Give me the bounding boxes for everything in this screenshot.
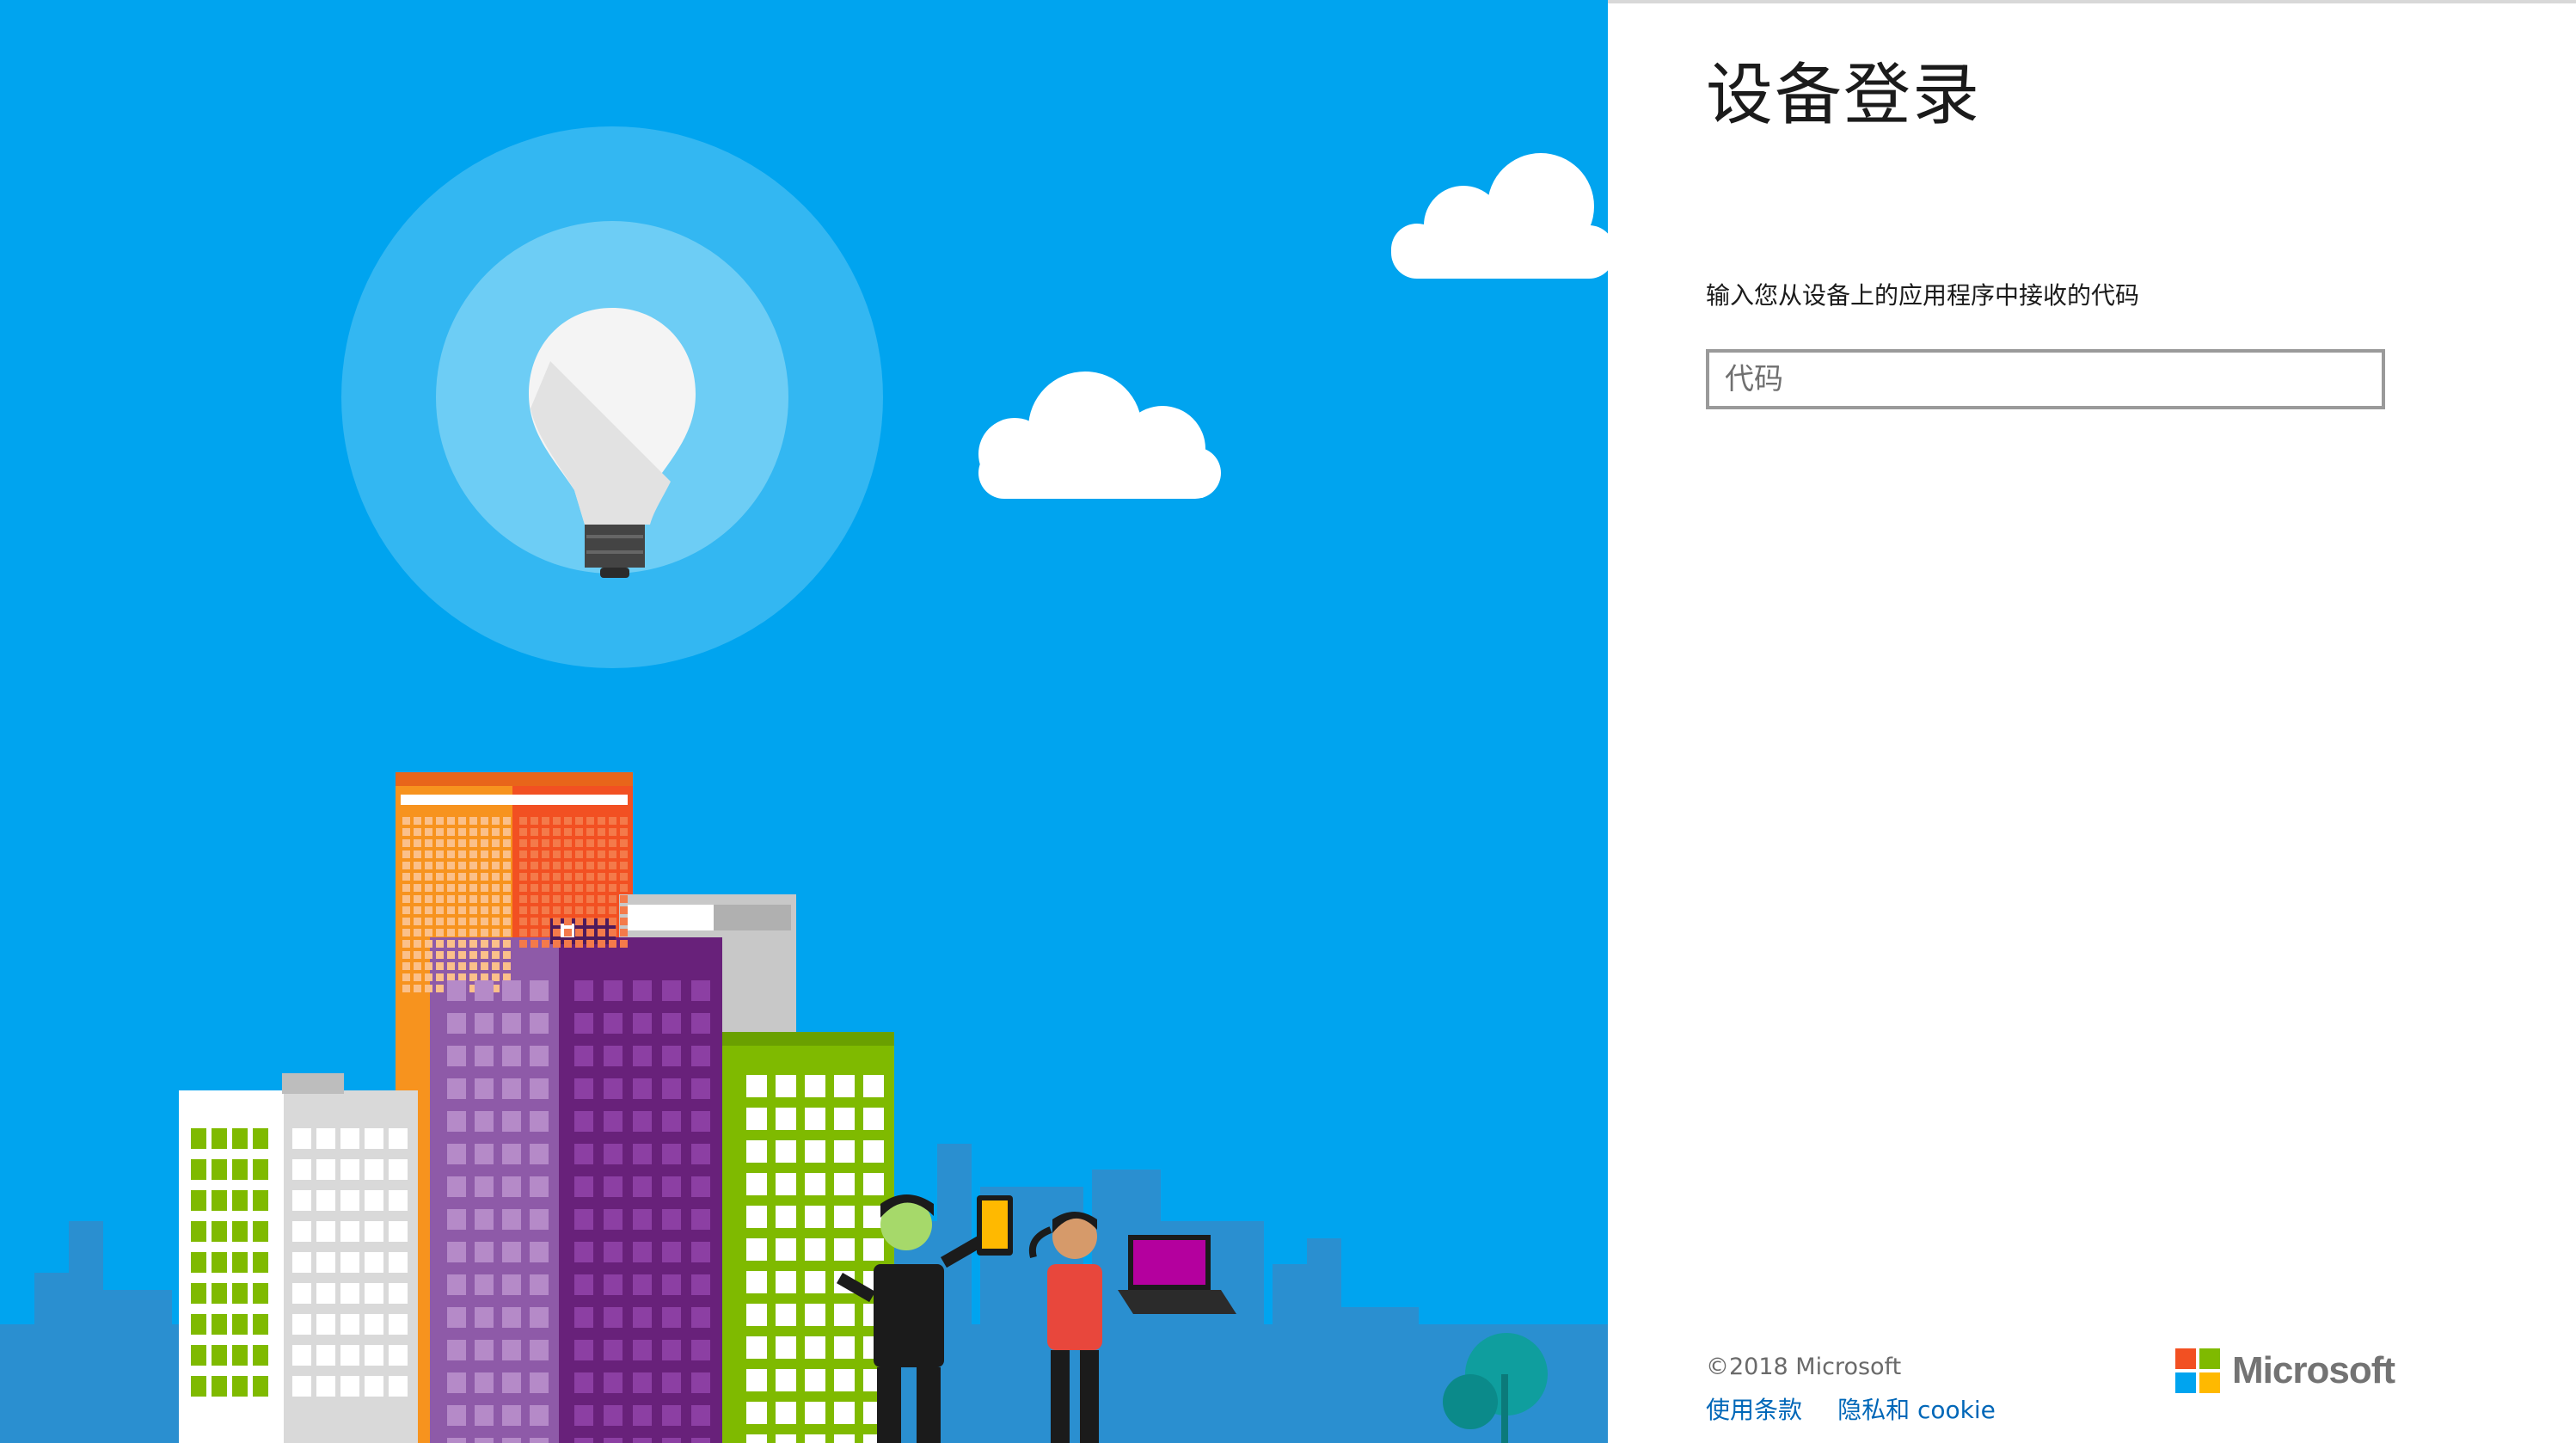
- page-title: 设备登录: [1706, 57, 1982, 134]
- copyright: ©2018 Microsoft: [1706, 1354, 1902, 1380]
- privacy-cookies-link[interactable]: 隐私和 cookie: [1837, 1396, 1996, 1424]
- code-input[interactable]: [1706, 349, 2385, 409]
- logo-square-green: [2199, 1348, 2220, 1369]
- microsoft-wordmark: Microsoft: [2232, 1349, 2395, 1391]
- logo-square-yellow: [2199, 1372, 2220, 1393]
- hero-illustration: [0, 0, 1608, 1443]
- footer-links: 使用条款 隐私和 cookie: [1706, 1391, 2027, 1426]
- microsoft-logo: Microsoft: [2175, 1348, 2395, 1393]
- microsoft-logo-icon: [2175, 1348, 2220, 1393]
- cloud: [978, 371, 1221, 499]
- cloud: [1391, 153, 1608, 279]
- sign-in-panel: 设备登录 输入您从设备上的应用程序中接收的代码 ©2018 Microsoft …: [1608, 0, 2576, 1443]
- terms-of-use-link[interactable]: 使用条款: [1706, 1396, 1802, 1424]
- code-prompt: 输入您从设备上的应用程序中接收的代码: [1706, 281, 2140, 310]
- logo-square-red: [2175, 1348, 2196, 1369]
- logo-square-blue: [2175, 1372, 2196, 1393]
